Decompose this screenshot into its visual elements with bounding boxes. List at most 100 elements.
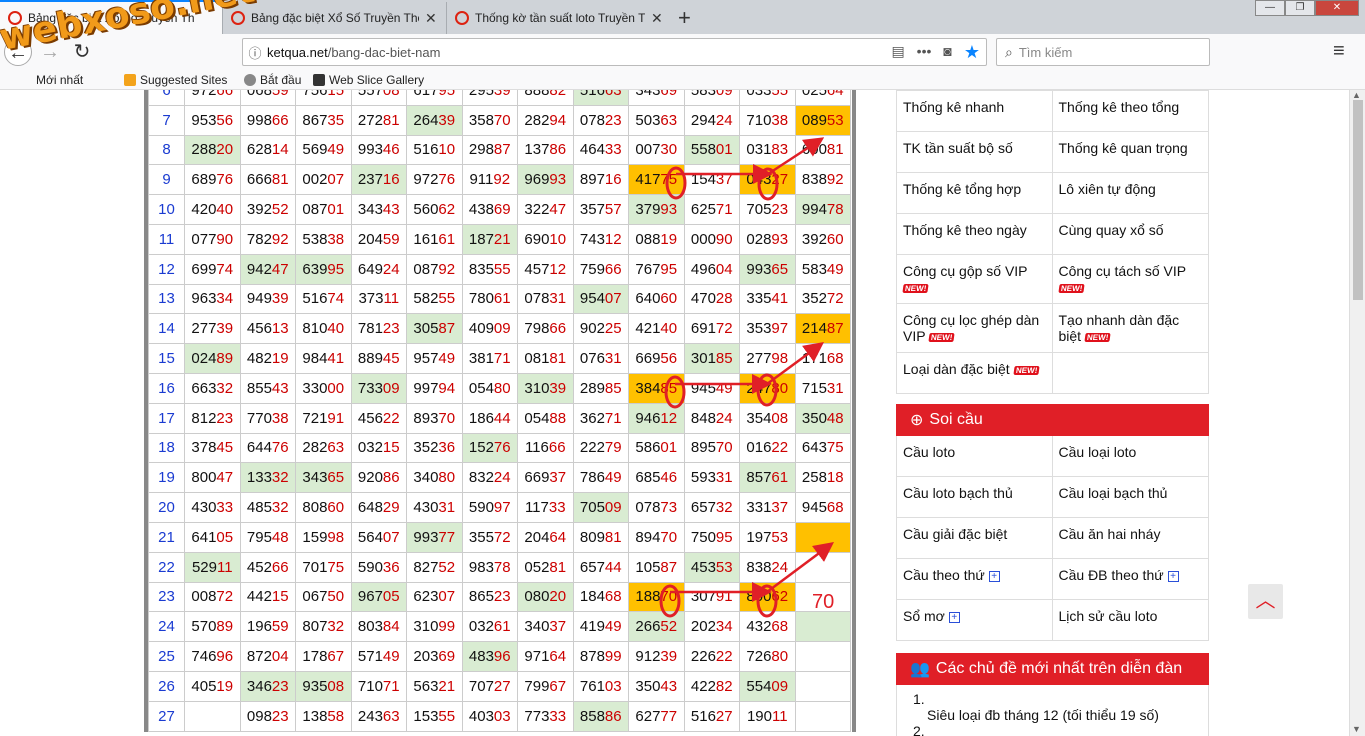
result-last-two: 27 <box>715 707 733 725</box>
result-prefix: 503 <box>635 111 661 129</box>
result-prefix: 184 <box>579 588 605 606</box>
scroll-up-icon[interactable]: ▲ <box>1352 90 1361 100</box>
result-prefix: 721 <box>302 409 328 427</box>
bookmark-moi-nhat[interactable]: Mới nhất <box>36 73 83 87</box>
result-last-two: 31 <box>549 290 567 308</box>
result-last-two: 97 <box>771 320 789 338</box>
result-cell: 72680 <box>739 641 796 672</box>
result-cell: 30791 <box>683 581 740 613</box>
result-last-two: 82 <box>549 90 567 99</box>
sidebar-link[interactable]: Sổ mơ + <box>897 600 1053 640</box>
result-last-two: 99 <box>604 648 622 666</box>
sidebar-link[interactable]: Công cụ lọc ghép dàn VIP NEW! <box>897 304 1053 352</box>
tab-3-title: Thống kờ tần suất loto Truyền T <box>475 11 645 25</box>
result-prefix: 470 <box>690 290 716 308</box>
result-cell: 42140 <box>628 313 685 345</box>
result-prefix: 353 <box>746 320 772 338</box>
new-badge: NEW! <box>1012 365 1040 375</box>
bookmark-suggested-sites[interactable]: Suggested Sites <box>124 73 227 87</box>
bookmark-star-icon[interactable]: ★ <box>964 43 980 61</box>
sidebar-link[interactable]: Cầu loại bạch thủ <box>1053 477 1209 517</box>
hamburger-menu-icon[interactable]: ≡ <box>1333 40 1345 63</box>
result-prefix: 354 <box>746 409 772 427</box>
page-scrollbar[interactable]: ▲ ▼ <box>1349 90 1365 736</box>
sidebar-link[interactable]: Cùng quay xổ số <box>1053 214 1209 254</box>
result-prefix: 028 <box>746 230 772 248</box>
sidebar-link[interactable]: Thống kê tổng hợp <box>897 173 1053 213</box>
expand-plus-icon[interactable]: + <box>948 611 960 623</box>
result-last-two: 59 <box>271 90 289 99</box>
forum-item-link[interactable]: Siêu loại đb tháng 12 (tối thiểu 19 số) <box>911 707 1194 723</box>
result-last-two: 38 <box>327 230 345 248</box>
result-prefix: 781 <box>357 320 383 338</box>
result-cell: 83224 <box>461 462 518 494</box>
soi-cau-title: Soi cầu <box>929 411 983 428</box>
sidebar-link[interactable]: Công cụ tách số VIP NEW! <box>1053 255 1209 303</box>
sidebar-link[interactable]: Lịch sử cầu loto <box>1053 600 1209 640</box>
close-tab-icon[interactable]: ✕ <box>425 10 437 27</box>
bookmark-web-slice-gallery[interactable]: Web Slice Gallery <box>313 73 424 87</box>
result-cell: 98441 <box>295 343 352 374</box>
sidebar-link[interactable]: Cầu theo thứ + <box>897 559 1053 599</box>
result-last-two: 70 <box>660 528 678 546</box>
scroll-to-top-button[interactable]: ︿ <box>1248 584 1283 619</box>
sidebar-link[interactable]: Lô xiên tự động <box>1053 173 1209 213</box>
expand-plus-icon[interactable]: + <box>988 570 1000 582</box>
scroll-down-icon[interactable]: ▼ <box>1352 724 1361 734</box>
sidebar-link[interactable]: Tạo nhanh dàn đặc biệt NEW! <box>1053 304 1209 352</box>
sidebar-link[interactable]: TK tần suất bộ số <box>897 132 1053 172</box>
scrollbar-thumb[interactable] <box>1353 100 1363 300</box>
result-prefix: 420 <box>191 201 217 219</box>
tab-3[interactable]: Thống kờ tần suất loto Truyền T ✕ <box>446 2 672 34</box>
result-prefix: 858 <box>579 707 605 725</box>
result-last-two: 46 <box>382 141 400 159</box>
expand-plus-icon[interactable]: + <box>1167 570 1179 582</box>
reader-view-icon[interactable]: ▤ <box>891 43 904 61</box>
sidebar-link[interactable]: Cầu ăn hai nháy <box>1053 518 1209 558</box>
close-tab-icon[interactable]: ✕ <box>651 10 663 27</box>
result-prefix: 912 <box>635 648 661 666</box>
new-tab-button[interactable]: + <box>678 5 691 31</box>
sidebar-link[interactable]: Cầu ĐB theo thứ + <box>1053 559 1209 599</box>
search-input[interactable]: ⌕ Tìm kiếm <box>996 38 1210 66</box>
result-prefix: 705 <box>579 499 605 517</box>
result-prefix: 920 <box>357 469 383 487</box>
restore-icon[interactable]: ❐ <box>1285 0 1315 16</box>
sidebar-link[interactable]: Cầu giải đặc biệt <box>897 518 1053 558</box>
sidebar-link[interactable]: Cầu loto bạch thủ <box>897 477 1053 517</box>
pocket-icon[interactable]: ◙ <box>943 43 951 61</box>
result-cell: 17867 <box>295 641 352 672</box>
sidebar-link[interactable]: Cầu loto <box>897 436 1053 476</box>
result-prefix: 000 <box>690 230 716 248</box>
close-window-icon[interactable]: ✕ <box>1315 0 1359 16</box>
result-last-two: 66 <box>271 558 289 576</box>
page-actions-icon[interactable]: ••• <box>917 43 932 61</box>
sidebar-link[interactable]: Công cụ gộp số VIP NEW! <box>897 255 1053 303</box>
result-cell: 19753 <box>739 521 796 553</box>
bookmark-bat-dau[interactable]: Bắt đầu <box>244 73 301 87</box>
result-cell: 58601 <box>628 432 685 464</box>
result-cell: 38485 <box>628 372 685 404</box>
sidebar-link[interactable]: Thống kê theo ngày <box>897 214 1053 254</box>
result-prefix: 203 <box>413 648 439 666</box>
result-prefix: 357 <box>579 201 605 219</box>
result-cell: 64476 <box>239 432 296 464</box>
result-prefix: 202 <box>690 618 716 636</box>
result-cell: 63995 <box>295 253 352 285</box>
sidebar-link[interactable]: Loại dàn đặc biệt NEW! <box>897 353 1053 393</box>
minimize-icon[interactable]: — <box>1255 0 1285 16</box>
row-index: 20 <box>148 492 185 523</box>
result-prefix: 392 <box>246 201 272 219</box>
sidebar-link[interactable]: Thống kê theo tổng <box>1053 91 1209 131</box>
result-prefix: 452 <box>246 558 272 576</box>
sidebar-link[interactable]: Cầu loại loto <box>1053 436 1209 476</box>
sidebar-link[interactable]: Thống kê quan trọng <box>1053 132 1209 172</box>
row-index: 17 <box>148 402 185 434</box>
result-cell: 99377 <box>406 521 463 553</box>
result-prefix: 911 <box>469 171 494 189</box>
url-bar[interactable]: ⓘ ketqua.net/bang-dac-biet-nam ▤ ••• ◙ ★ <box>242 38 987 66</box>
result-prefix: 569 <box>302 141 328 159</box>
site-info-icon[interactable]: ⓘ <box>243 43 267 62</box>
result-last-two: 41 <box>327 350 345 368</box>
sidebar-link[interactable]: Thống kê nhanh <box>897 91 1053 131</box>
